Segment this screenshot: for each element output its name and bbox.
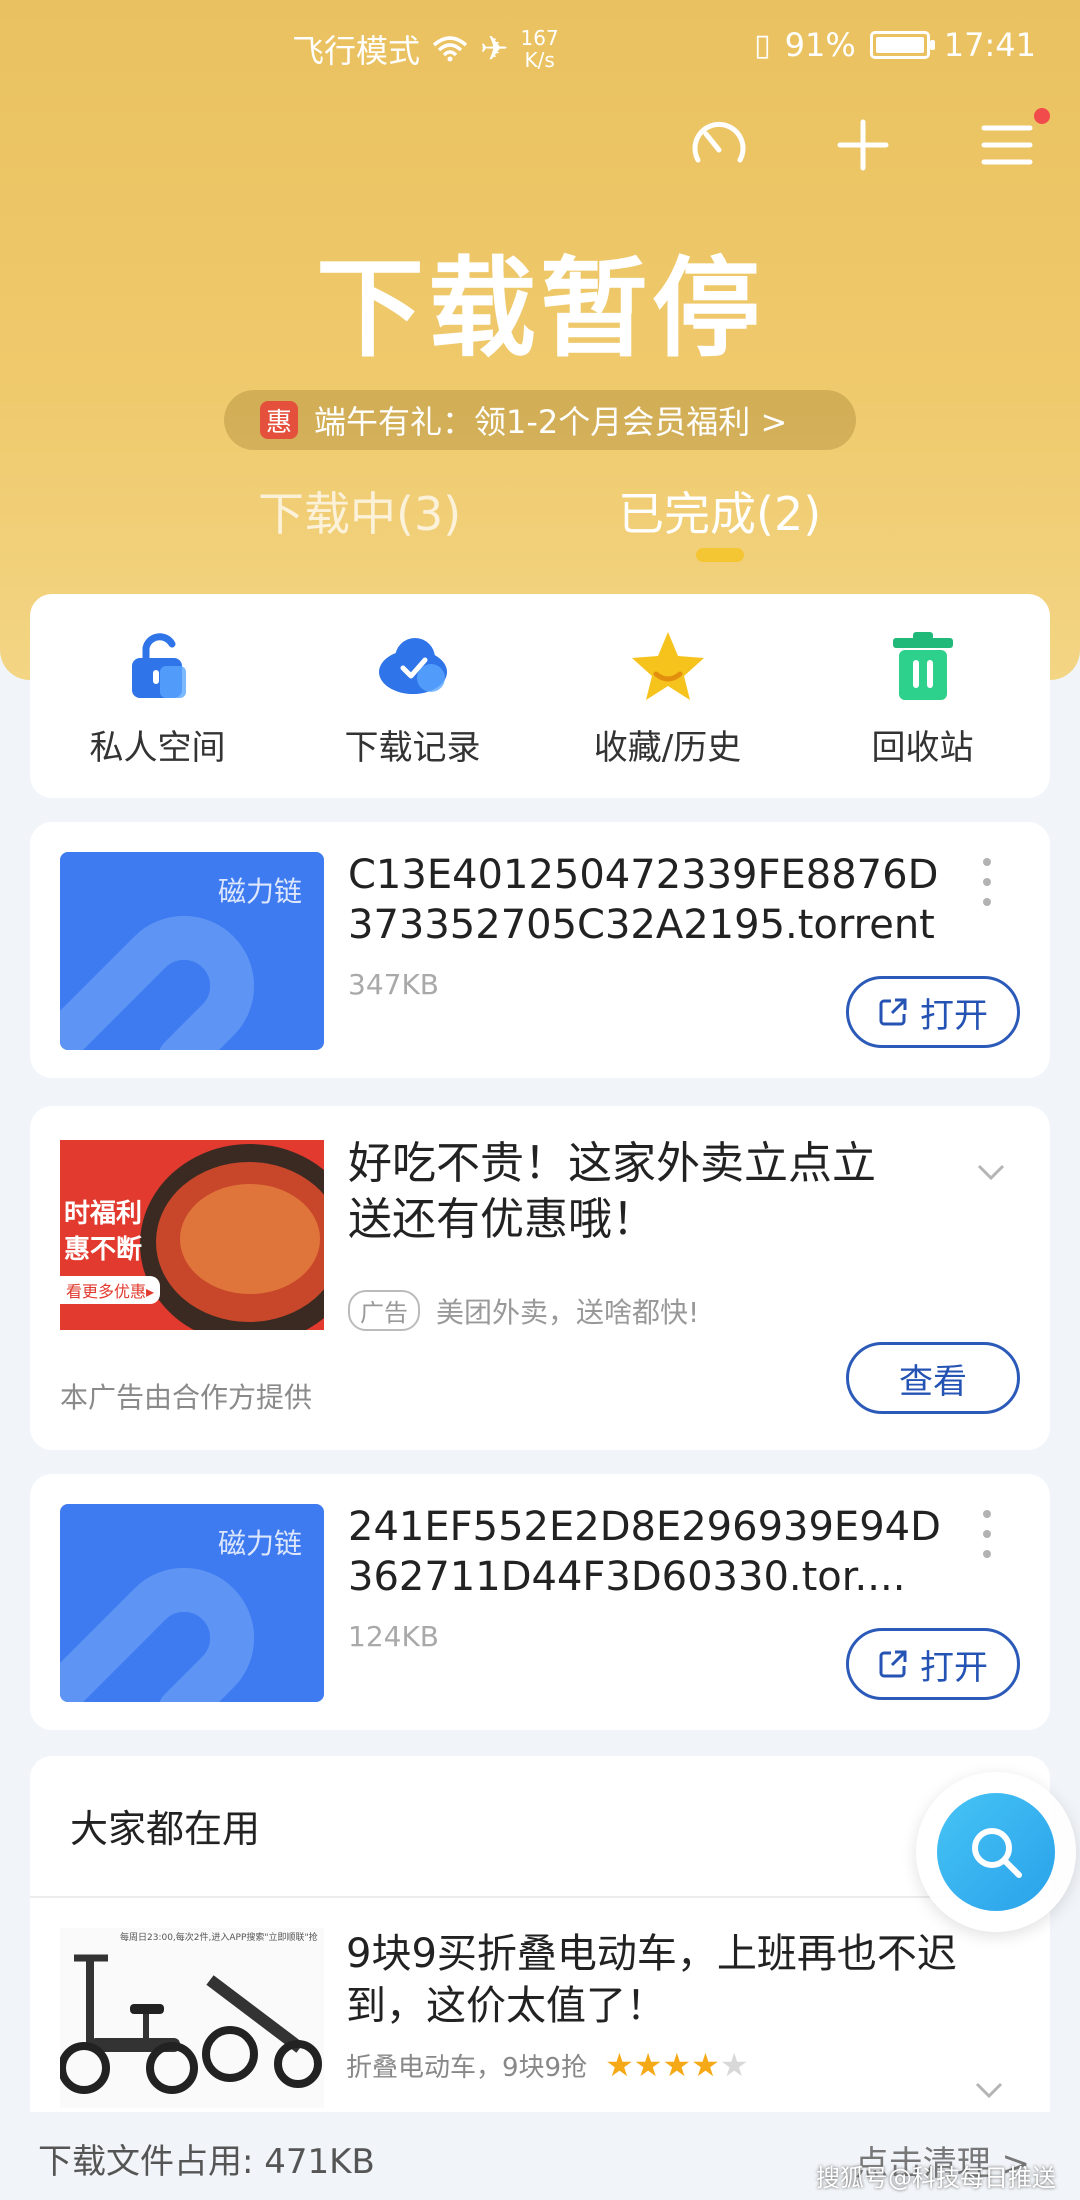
star-icon: ★ — [605, 2046, 634, 2084]
trash-icon — [885, 628, 961, 704]
speed-gauge-button[interactable] — [686, 112, 752, 178]
view-button[interactable]: 查看 — [846, 1342, 1020, 1414]
ad-provider-note: 本广告由合作方提供 — [60, 1381, 313, 1414]
network-speed-value: 167 — [520, 26, 559, 50]
notification-dot — [1034, 108, 1050, 124]
divider — [30, 1896, 1050, 1898]
active-tab-indicator — [696, 548, 744, 562]
clock: 17:41 — [943, 26, 1036, 64]
ad-thumbnail: 时福利 惠不断 看更多优惠▸ — [60, 1140, 324, 1330]
star-icon: ★ — [633, 2046, 663, 2084]
open-button[interactable]: 打开 — [846, 976, 1020, 1048]
promo-banner[interactable]: 惠 端午有礼：领1-2个月会员福利 > — [224, 390, 856, 450]
product-title[interactable]: 9块9买折叠电动车，上班再也不迟到，这价太值了！ — [346, 1928, 1026, 2032]
download-status-title: 下载暂停 — [315, 247, 764, 372]
more-options-icon[interactable] — [982, 858, 992, 908]
menu-button[interactable] — [974, 108, 1050, 178]
plus-icon — [837, 119, 889, 171]
open-button-label: 打开 — [920, 995, 988, 1036]
quick-action-private-space[interactable]: 私人空间 — [30, 594, 285, 798]
file-item[interactable]: 磁力链 241EF552E2D8E296939E94D362711D44F3D6… — [30, 1474, 1050, 1730]
ad-source: 美团外卖，送啥都快! — [436, 1295, 700, 1329]
chevron-down-icon[interactable] — [976, 1156, 1006, 1186]
star-icon: ★ — [662, 2046, 692, 2084]
open-button[interactable]: 打开 — [846, 1628, 1020, 1700]
file-name: 241EF552E2D8E296939E94D362711D44F3D60330… — [348, 1504, 941, 1600]
search-fab-inner — [937, 1793, 1055, 1911]
magnet-thumbnail: 磁力链 — [60, 1504, 324, 1702]
external-link-icon — [879, 1650, 907, 1678]
popular-section: 大家都在用 每周日23:00,每次2件,进入APP搜索"立即顺联"抢 9块9买折… — [30, 1756, 1050, 2136]
rating-stars: ★★★★★ — [605, 2046, 748, 2084]
product-thumbnail[interactable]: 每周日23:00,每次2件,进入APP搜索"立即顺联"抢 — [60, 1928, 324, 2108]
cloud-check-icon — [375, 628, 451, 704]
tab-completed[interactable]: 已完成(2) — [618, 478, 821, 544]
storage-usage: 下载文件占用: 471KB — [38, 2142, 375, 2182]
ad-card[interactable]: 时福利 惠不断 看更多优惠▸ 好吃不贵！这家外卖立点立送还有优惠哦！ 广告 美团… — [30, 1106, 1050, 1450]
quick-actions-card: 私人空间 下载记录 收藏/历史 回收站 — [30, 594, 1050, 798]
file-item[interactable]: 磁力链 C13E401250472339FE8876D373352705C32A… — [30, 822, 1050, 1078]
magnet-thumbnail: 磁力链 — [60, 852, 324, 1050]
status-right: ▯ 91% 17:41 — [754, 26, 1036, 64]
ad-meta: 广告 美团外卖，送啥都快! — [348, 1290, 699, 1331]
battery-icon — [869, 31, 935, 59]
star-icon: ★ — [691, 2046, 720, 2084]
quick-action-recycle-bin[interactable]: 回收站 — [795, 594, 1050, 798]
product-subtitle: 折叠电动车，9块9抢 — [346, 2052, 588, 2083]
add-download-button[interactable] — [830, 112, 896, 178]
promo-badge: 惠 — [260, 401, 298, 439]
network-speed: 167 K/s — [521, 27, 559, 71]
quick-action-favorites-history[interactable]: 收藏/历史 — [540, 594, 795, 798]
status-bar: 飞行模式 ✈ 167 K/s ▯ 91% 17:41 — [0, 18, 1080, 82]
file-name: C13E401250472339FE8876D373352705C32A2195… — [348, 852, 939, 948]
speedometer-icon — [692, 121, 746, 163]
thumb-tag: 磁力链 — [217, 875, 302, 908]
star-icon — [630, 628, 706, 704]
ad-thumb-line: 时福利 — [64, 1199, 143, 1229]
product-meta: 折叠电动车，9块9抢 ★★★★★ — [346, 2046, 749, 2084]
network-speed-unit: K/s — [524, 48, 555, 72]
external-link-icon — [879, 998, 907, 1026]
ad-thumb-pill: 看更多优惠▸ — [60, 1276, 161, 1304]
search-fab[interactable] — [916, 1772, 1076, 1932]
watermark: 搜狐号@科技每日推送 — [816, 2164, 1056, 2192]
ad-title: 好吃不贵！这家外卖立点立送还有优惠哦！ — [348, 1138, 876, 1245]
airplane-mode-label: 飞行模式 — [292, 32, 421, 70]
quick-action-label: 回收站 — [871, 728, 974, 768]
thumb-tag: 磁力链 — [217, 1527, 302, 1560]
tab-downloading[interactable]: 下载中(3) — [258, 478, 461, 544]
vibrate-icon: ▯ — [754, 27, 771, 63]
star-icon: ★ — [719, 2046, 749, 2084]
download-tabs: 下载中(3) 已完成(2) — [0, 478, 1080, 568]
battery-percent: 91% — [784, 26, 856, 64]
search-icon — [972, 1828, 1022, 1878]
chevron-down-icon[interactable] — [974, 2074, 1004, 2104]
quick-action-label: 私人空间 — [89, 728, 226, 768]
file-size: 347KB — [348, 968, 440, 1001]
airplane-icon: ✈ — [480, 29, 509, 69]
ad-thumb-line: 惠不断 — [64, 1235, 143, 1265]
quick-action-label: 收藏/历史 — [593, 728, 742, 768]
storage-footer: 下载文件占用: 471KB 点击清理 > 搜狐号@科技每日推送 — [0, 2112, 1080, 2200]
section-heading: 大家都在用 — [70, 1807, 261, 1851]
lock-icon — [120, 628, 196, 704]
quick-action-label: 下载记录 — [344, 728, 481, 768]
quick-action-download-history[interactable]: 下载记录 — [285, 594, 540, 798]
ad-badge: 广告 — [348, 1290, 420, 1331]
wifi-icon — [432, 36, 468, 62]
promo-text: 端午有礼：领1-2个月会员福利 > — [314, 403, 788, 441]
status-left: 飞行模式 ✈ 167 K/s — [292, 26, 559, 72]
top-actions — [686, 108, 1050, 178]
file-size: 124KB — [348, 1620, 440, 1653]
scooter-image — [60, 1954, 322, 2094]
open-button-label: 打开 — [920, 1647, 988, 1688]
menu-icon — [981, 125, 1033, 165]
more-options-icon[interactable] — [982, 1510, 992, 1560]
